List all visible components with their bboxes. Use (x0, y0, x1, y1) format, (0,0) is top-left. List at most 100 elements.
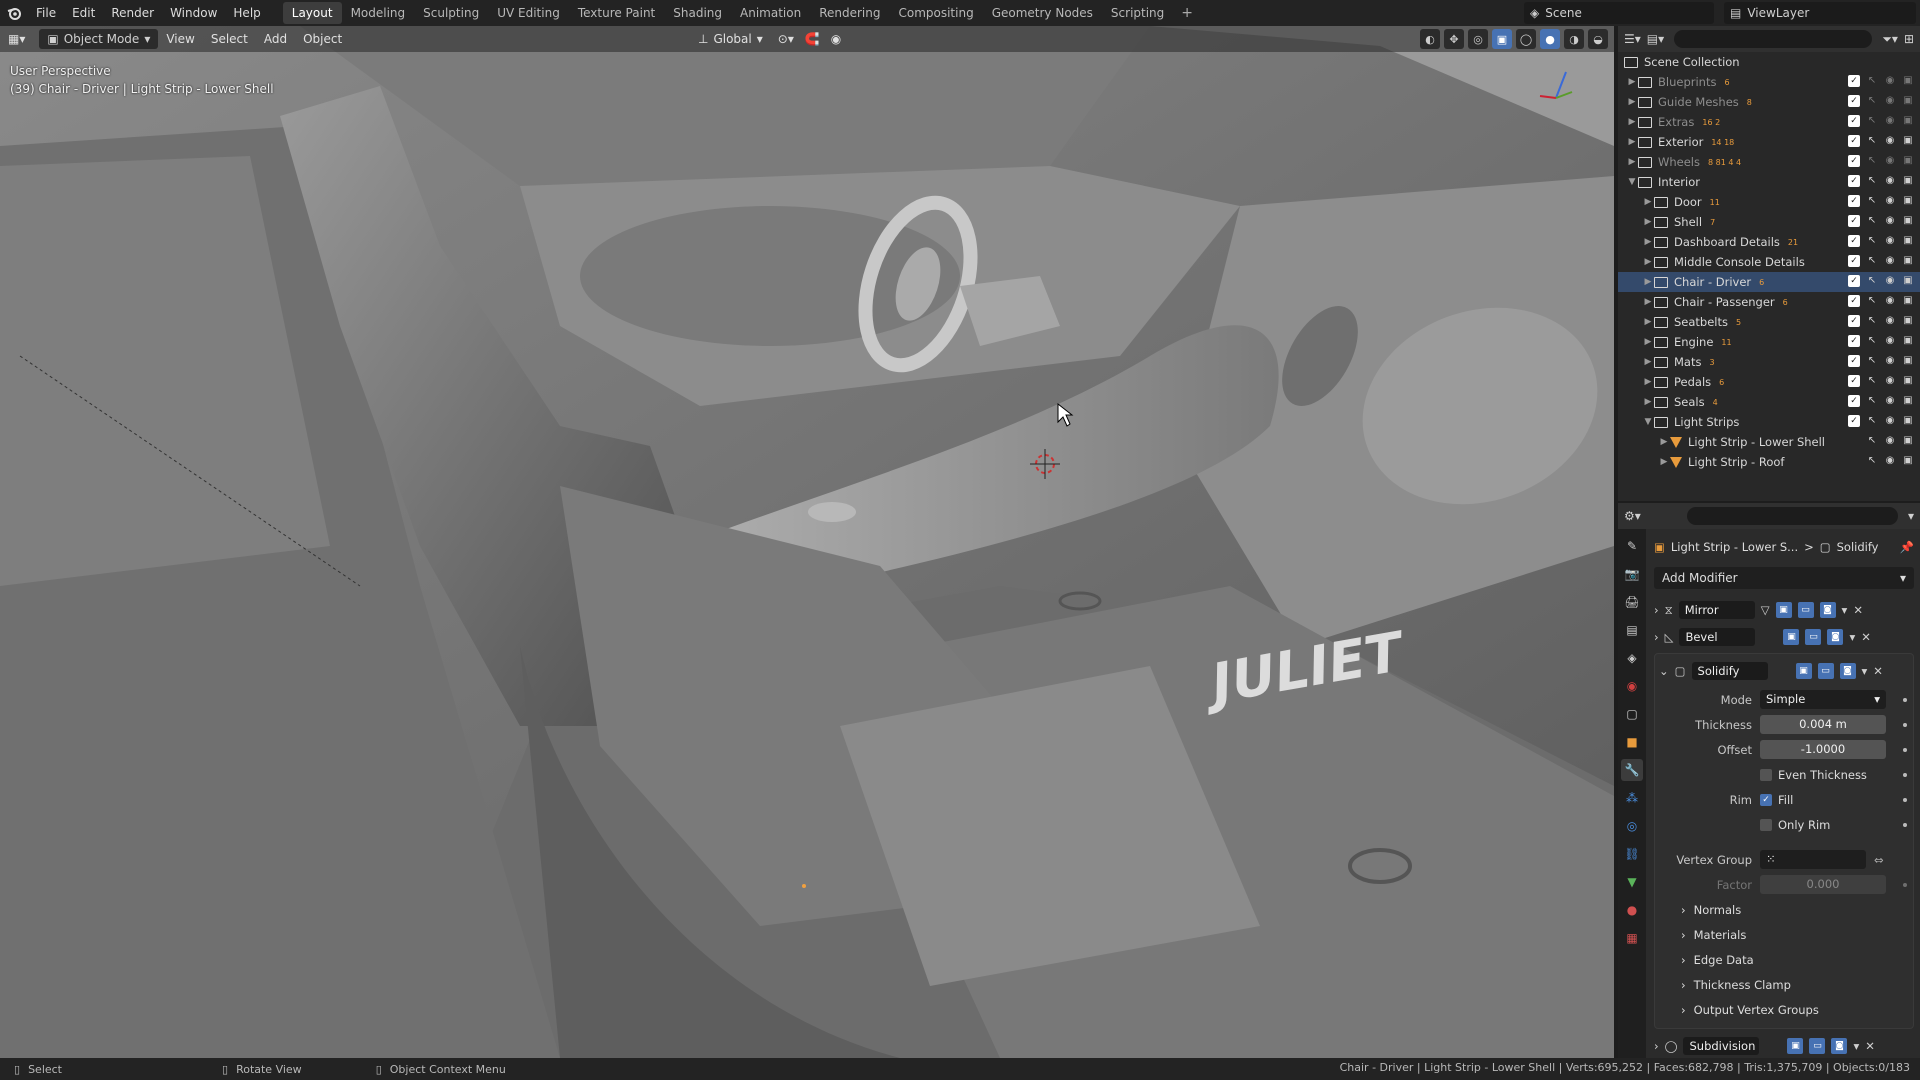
checkmark-icon[interactable]: ✓ (1760, 793, 1772, 806)
viewport-toggle-icon[interactable]: ▭ (1817, 663, 1834, 679)
viewport-toggle-icon[interactable]: ▭ (1805, 629, 1822, 645)
scene-selector[interactable]: ◈ Scene (1524, 2, 1714, 24)
camera-icon[interactable]: ▣ (1902, 215, 1914, 227)
tab-rendering[interactable]: Rendering (810, 2, 889, 24)
checkbox-icon[interactable] (1760, 818, 1772, 831)
select-arrow-icon[interactable]: ↖ (1866, 155, 1878, 167)
menu-render[interactable]: Render (103, 0, 162, 26)
tab-geometry-nodes[interactable]: Geometry Nodes (983, 2, 1102, 24)
eye-icon[interactable]: ◉ (1884, 275, 1896, 287)
camera-icon[interactable]: ▣ (1902, 275, 1914, 287)
subpanel-edge-data[interactable]: › Edge Data (1655, 947, 1913, 972)
outliner-search-input[interactable] (1674, 30, 1873, 48)
exclude-checkbox-icon[interactable]: ✓ (1848, 195, 1860, 207)
camera-icon[interactable]: ▣ (1902, 315, 1914, 327)
exclude-checkbox-icon[interactable]: ✓ (1848, 235, 1860, 247)
checkbox-icon[interactable] (1760, 768, 1772, 781)
exclude-checkbox-icon[interactable]: ✓ (1848, 255, 1860, 267)
chevron-down-icon[interactable]: ▾ (1842, 603, 1848, 617)
select-arrow-icon[interactable]: ↖ (1866, 375, 1878, 387)
select-arrow-icon[interactable]: ↖ (1866, 115, 1878, 127)
chevron-down-icon[interactable]: ⌄ (1659, 664, 1669, 678)
outliner-row[interactable]: ▶ Shell 7 ✓ ↖ ◉ ▣ (1618, 212, 1920, 232)
object-tab-icon[interactable]: ■ (1621, 731, 1643, 753)
wireframe-shading-icon[interactable]: ◯ (1516, 29, 1536, 49)
tab-modeling[interactable]: Modeling (342, 2, 415, 24)
texture-tab-icon[interactable]: ▦ (1621, 927, 1643, 949)
select-arrow-icon[interactable]: ↖ (1866, 275, 1878, 287)
chevron-down-icon[interactable]: ▼ (1626, 177, 1638, 187)
chevron-down-icon[interactable]: ▾ (1908, 509, 1914, 523)
snap-icon[interactable]: 🧲 (805, 32, 820, 46)
camera-icon[interactable]: ▣ (1902, 295, 1914, 307)
subpanel-normals[interactable]: › Normals (1655, 897, 1913, 922)
camera-icon[interactable]: ▣ (1902, 335, 1914, 347)
xray-icon[interactable]: ▣ (1492, 29, 1512, 49)
rendered-shading-icon[interactable]: ◒ (1588, 29, 1608, 49)
outliner-row[interactable]: ▼ Interior ✓ ↖ ◉ ▣ (1618, 172, 1920, 192)
select-arrow-icon[interactable]: ↖ (1866, 435, 1878, 447)
select-arrow-icon[interactable]: ↖ (1866, 235, 1878, 247)
on-cage-icon[interactable]: ▽ (1761, 603, 1770, 617)
camera-icon[interactable]: ▣ (1902, 75, 1914, 87)
eye-icon[interactable]: ◉ (1884, 235, 1896, 247)
editor-type-icon[interactable]: ☰▾ (1624, 32, 1641, 46)
outliner-row[interactable]: ▶ Engine 11 ✓ ↖ ◉ ▣ (1618, 332, 1920, 352)
select-arrow-icon[interactable]: ↖ (1866, 255, 1878, 267)
keyframe-dot-icon[interactable] (1903, 882, 1907, 887)
chevron-right-icon[interactable]: ▶ (1626, 77, 1638, 87)
exclude-checkbox-icon[interactable]: ✓ (1848, 95, 1860, 107)
proportional-edit-icon[interactable]: ◉ (831, 32, 841, 46)
select-arrow-icon[interactable]: ↖ (1866, 75, 1878, 87)
chevron-right-icon[interactable]: ▶ (1626, 137, 1638, 147)
eye-icon[interactable]: ◉ (1884, 335, 1896, 347)
outliner-row[interactable]: ▶ Extras 16 2 ✓ ↖ ◉ ▣ (1618, 112, 1920, 132)
eye-icon[interactable]: ◉ (1884, 295, 1896, 307)
view-layer-selector[interactable]: ▤ ViewLayer (1724, 2, 1916, 24)
select-arrow-icon[interactable]: ↖ (1866, 135, 1878, 147)
chevron-right-icon[interactable]: ▶ (1658, 437, 1670, 447)
properties-search-input[interactable] (1686, 507, 1898, 525)
viewport-toggle-icon[interactable]: ▭ (1809, 1038, 1826, 1054)
chevron-right-icon[interactable]: ▶ (1626, 97, 1638, 107)
outliner-row[interactable]: ▶ Dashboard Details 21 ✓ ↖ ◉ ▣ (1618, 232, 1920, 252)
editor-type-icon[interactable]: ▦▾ (0, 29, 33, 49)
keyframe-dot-icon[interactable] (1903, 697, 1907, 702)
even-thickness-checkbox[interactable]: Even Thickness (1760, 768, 1867, 782)
exclude-checkbox-icon[interactable]: ✓ (1848, 295, 1860, 307)
data-tab-icon[interactable]: ▼ (1621, 871, 1643, 893)
keyframe-dot-icon[interactable] (1903, 772, 1907, 777)
tab-texture-paint[interactable]: Texture Paint (569, 2, 664, 24)
keyframe-dot-icon[interactable] (1903, 722, 1907, 727)
render-toggle-icon[interactable]: ◙ (1831, 1038, 1848, 1054)
eye-icon[interactable]: ◉ (1884, 215, 1896, 227)
select-arrow-icon[interactable]: ↖ (1866, 455, 1878, 467)
menu-help[interactable]: Help (225, 0, 268, 26)
eye-icon[interactable]: ◉ (1884, 315, 1896, 327)
chevron-right-icon[interactable]: ▶ (1626, 157, 1638, 167)
overlays-icon[interactable]: ◎ (1468, 29, 1488, 49)
blender-logo-icon[interactable] (0, 0, 28, 26)
outliner-row[interactable]: ▶ Pedals 6 ✓ ↖ ◉ ▣ (1618, 372, 1920, 392)
exclude-checkbox-icon[interactable]: ✓ (1848, 135, 1860, 147)
modifier-name[interactable]: Mirror (1678, 601, 1755, 619)
menu-file[interactable]: File (28, 0, 64, 26)
offset-field[interactable]: -1.0000 (1760, 740, 1886, 759)
camera-icon[interactable]: ▣ (1902, 115, 1914, 127)
select-arrow-icon[interactable]: ↖ (1866, 195, 1878, 207)
chevron-right-icon[interactable]: ▶ (1642, 337, 1654, 347)
outliner-row[interactable]: ▶ Middle Console Details ✓ ↖ ◉ ▣ (1618, 252, 1920, 272)
tab-shading[interactable]: Shading (664, 2, 731, 24)
chevron-right-icon[interactable]: ▶ (1658, 457, 1670, 467)
modifier-mirror[interactable]: › ⧖ Mirror ▽ ▣ ▭ ◙ ▾ ✕ (1654, 599, 1914, 621)
chevron-right-icon[interactable]: ▶ (1642, 237, 1654, 247)
chevron-right-icon[interactable]: ▶ (1642, 217, 1654, 227)
outliner-row[interactable]: ▶ Seals 4 ✓ ↖ ◉ ▣ (1618, 392, 1920, 412)
render-toggle-icon[interactable]: ◙ (1827, 629, 1844, 645)
exclude-checkbox-icon[interactable]: ✓ (1848, 275, 1860, 287)
eye-icon[interactable]: ◉ (1884, 155, 1896, 167)
chevron-right-icon[interactable]: ▶ (1642, 377, 1654, 387)
camera-icon[interactable]: ▣ (1902, 415, 1914, 427)
modifier-name[interactable]: Solidify (1691, 662, 1768, 680)
fill-checkbox[interactable]: ✓ Fill (1760, 793, 1793, 807)
